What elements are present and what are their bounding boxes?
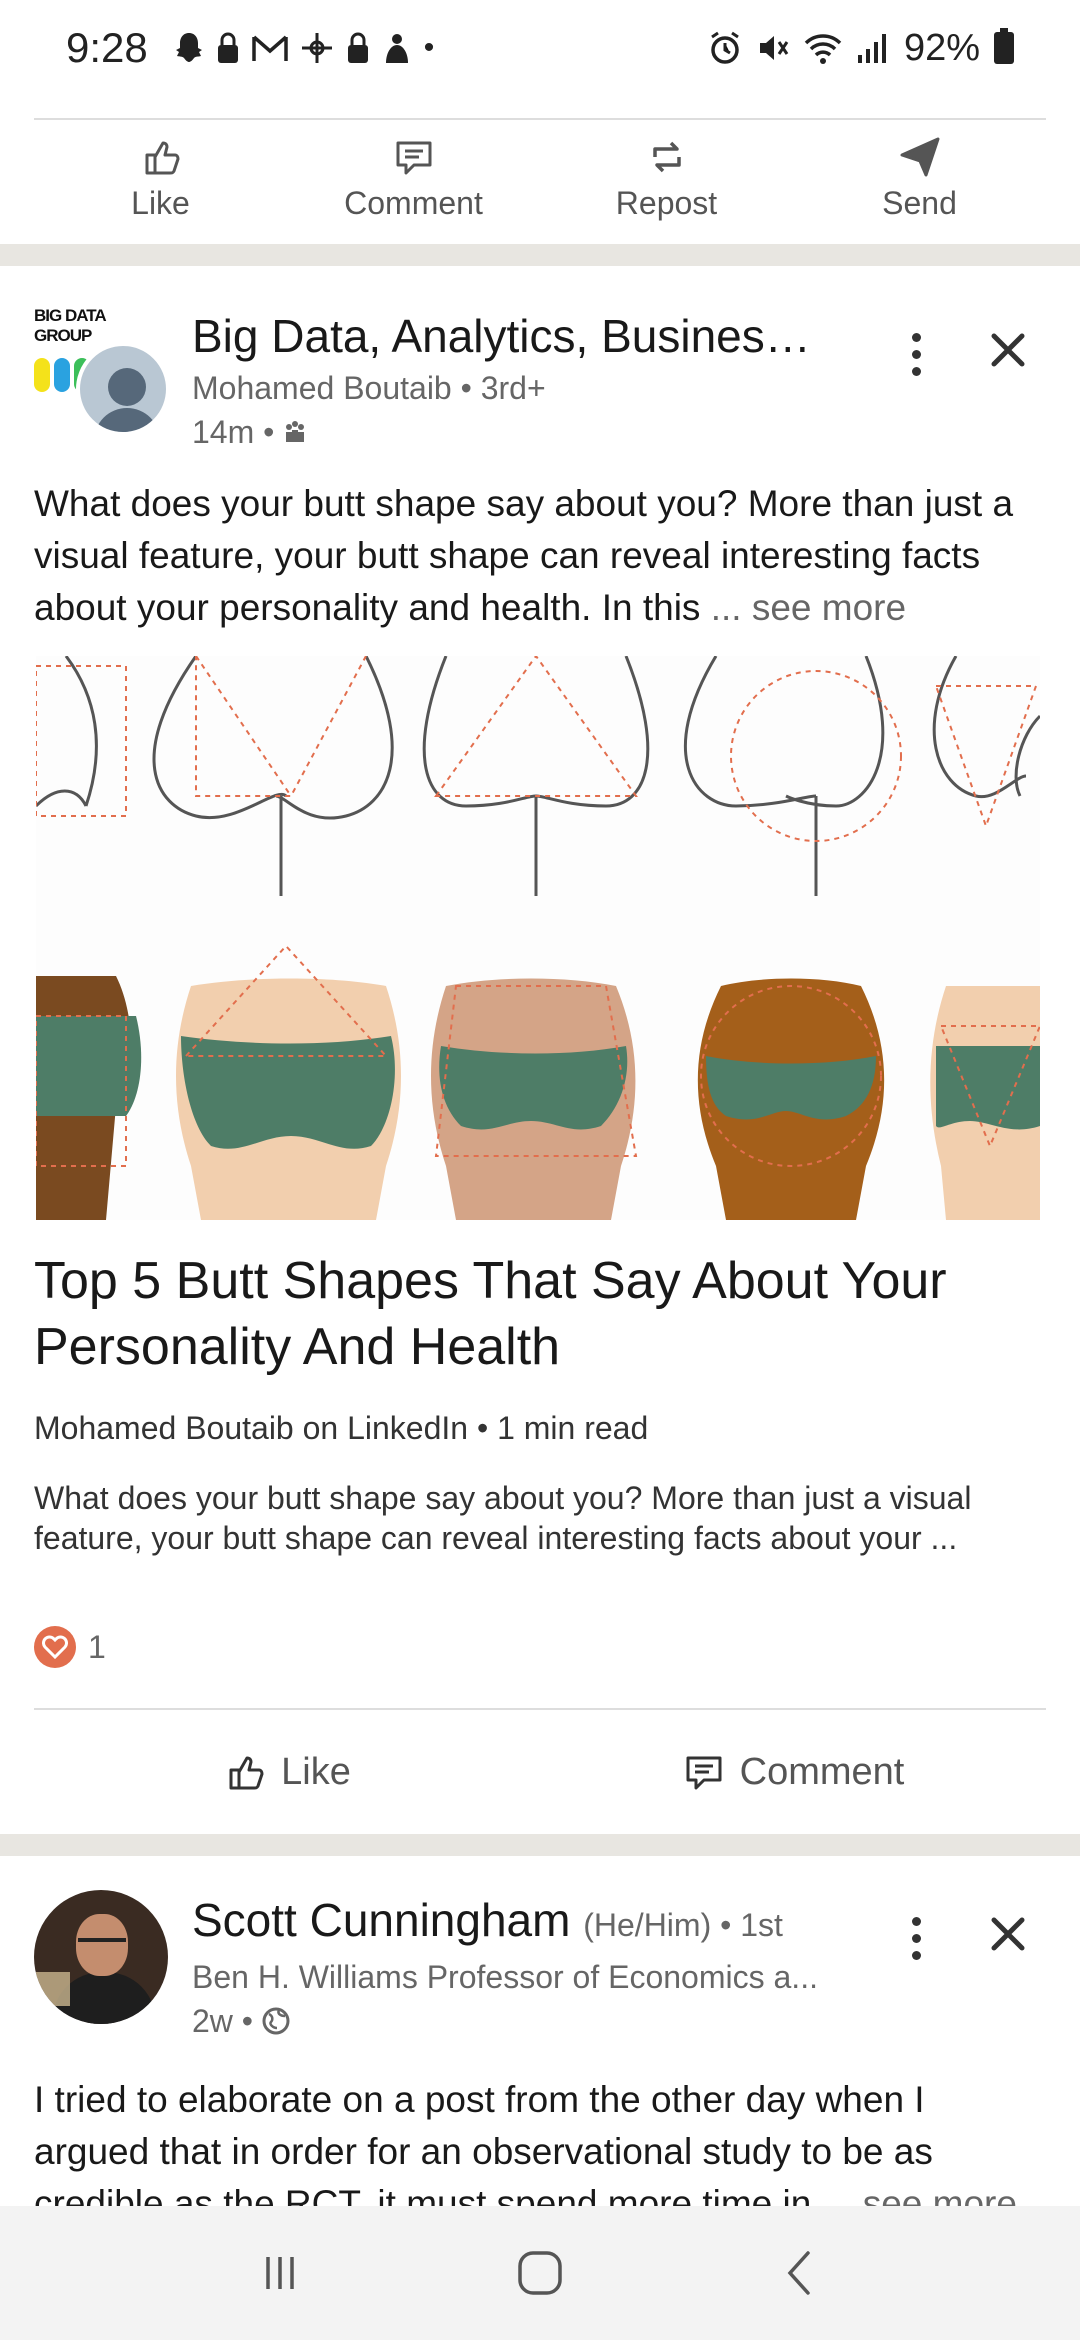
gmail-icon — [252, 35, 288, 61]
wifi-icon — [804, 34, 842, 64]
mute-icon — [759, 36, 789, 60]
send-label: Send — [882, 184, 957, 221]
like-button[interactable]: Like — [34, 120, 287, 236]
post2-body: I tried to elaborate on a post from the … — [34, 2079, 933, 2206]
battery-icon — [994, 28, 1014, 64]
post2-headline: Ben H. Williams Professor of Economics a… — [192, 1959, 818, 1995]
post1-actions: Like Comment — [34, 1708, 1046, 1834]
post1-avatar-group[interactable]: BIG DATA GROUP — [34, 306, 174, 446]
author-line[interactable]: Mohamed Boutaib • 3rd+ — [192, 366, 832, 410]
thumbs-up-icon — [145, 141, 179, 174]
status-time: 9:28 — [66, 24, 148, 71]
post1-like-button[interactable]: Like — [34, 1710, 540, 1834]
post2-name-line[interactable]: Scott Cunningham (He/Him) • 1st — [192, 1890, 832, 1955]
post2-author-name[interactable]: Scott Cunningham — [192, 1894, 570, 1946]
post1-comment-label: Comment — [739, 1750, 905, 1793]
comment-label: Comment — [344, 184, 483, 221]
post1-text: What does your butt shape say about you?… — [34, 478, 1046, 634]
post2-close-icon[interactable] — [978, 1904, 1038, 1964]
article-meta: Mohamed Boutaib on LinkedIn • 1 min read — [34, 1410, 649, 1446]
app-icon — [385, 34, 408, 63]
reactions-summary[interactable]: 1 — [34, 1626, 106, 1668]
author-avatar — [76, 342, 170, 436]
comment-icon — [396, 141, 431, 174]
post2-see-more[interactable]: ... see more — [822, 2183, 1017, 2206]
post-time-text: 14m • — [192, 414, 275, 450]
article-image[interactable] — [36, 656, 1040, 1220]
article-description: What does your butt shape say about you?… — [34, 1480, 972, 1556]
butt-shapes-illustration — [36, 656, 1040, 1220]
signal-icon — [857, 34, 886, 63]
notification-icons: • — [174, 31, 435, 65]
home-icon[interactable] — [510, 2243, 570, 2303]
post2-avatar[interactable] — [34, 1890, 168, 2024]
send-icon — [900, 137, 939, 176]
repost-icon — [652, 141, 681, 172]
post2-pronouns: (He/Him) • 1st — [583, 1907, 783, 1943]
feed-separator — [0, 244, 1080, 266]
snapchat-icon — [175, 33, 202, 62]
repost-label: Repost — [615, 184, 718, 221]
article-title[interactable]: Top 5 Butt Shapes That Say About Your Pe… — [34, 1248, 1046, 1380]
post2-time: 2w • — [192, 1999, 832, 2043]
globe-icon — [262, 2007, 290, 2035]
page-name[interactable]: Big Data, Analytics, Business I... — [192, 306, 832, 366]
like-label: Like — [131, 184, 190, 221]
comment-icon — [686, 1756, 722, 1790]
post1-comment-button[interactable]: Comment — [540, 1710, 1046, 1834]
post1-see-more[interactable]: ... see more — [711, 587, 906, 628]
alarm-icon — [711, 31, 739, 64]
post-time: 14m • — [192, 410, 832, 454]
slack-icon — [301, 33, 332, 63]
post2-time-text: 2w • — [192, 2003, 253, 2039]
post1-more-button[interactable] — [896, 324, 936, 384]
thumbs-up-icon — [229, 1756, 264, 1790]
system-nav-bar — [0, 2206, 1080, 2340]
comment-button[interactable]: Comment — [287, 120, 540, 236]
recent-apps-icon[interactable] — [250, 2243, 310, 2303]
battery-percent: 92% — [903, 26, 980, 69]
lock-icon-2 — [347, 32, 368, 63]
post1-like-label: Like — [281, 1750, 351, 1793]
previous-post-actions: Like Comment Repost Send — [34, 118, 1046, 236]
status-bar: 9:28 • 92% — [0, 0, 1080, 96]
back-icon[interactable] — [770, 2243, 830, 2303]
post2-header: Scott Cunningham (He/Him) • 1st Ben H. W… — [34, 1890, 1046, 2040]
lock-icon — [217, 32, 238, 63]
group-visibility-icon — [286, 421, 305, 442]
send-button[interactable]: Send — [793, 120, 1046, 236]
company-logo-text: BIG DATA GROUP — [34, 306, 106, 345]
post2-text: I tried to elaborate on a post from the … — [34, 2074, 1046, 2206]
post1-header: BIG DATA GROUP Big Data, Analytics, Busi… — [34, 306, 1046, 456]
more-notifications-dot: • — [423, 31, 435, 64]
feed-separator-2 — [0, 1834, 1080, 1856]
love-reaction-icon — [34, 1626, 76, 1668]
post2-more-button[interactable] — [896, 1908, 936, 1968]
post1-close-icon[interactable] — [978, 320, 1038, 380]
reaction-count: 1 — [88, 1628, 106, 1665]
repost-button[interactable]: Repost — [540, 120, 793, 236]
